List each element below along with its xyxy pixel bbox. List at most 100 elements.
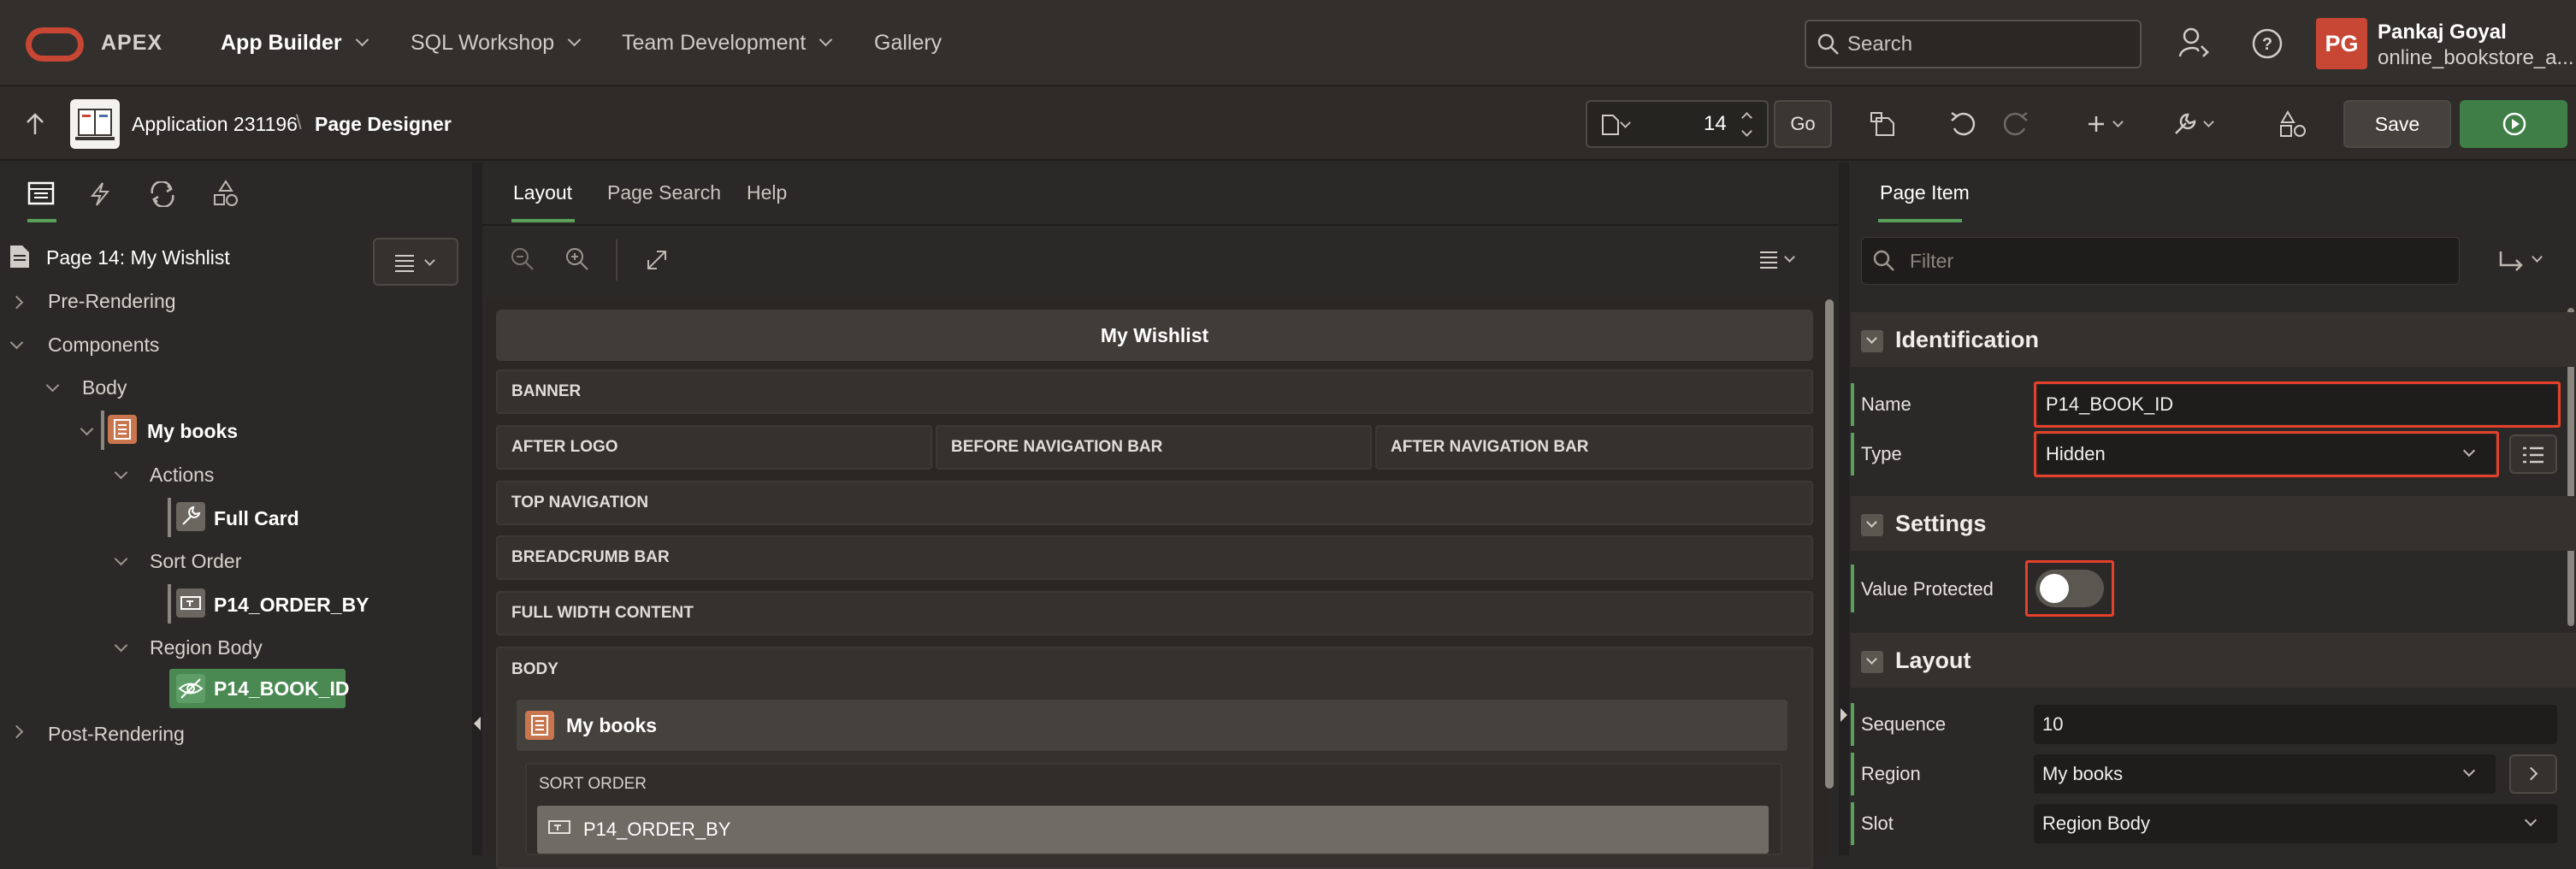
processing-tab-icon[interactable] — [149, 181, 176, 207]
type-list-button[interactable] — [2509, 434, 2557, 474]
expanded-toggle-icon[interactable] — [80, 422, 94, 436]
go-to-group-button[interactable] — [2496, 246, 2552, 275]
tree-node-sort-order[interactable]: Sort Order — [150, 550, 241, 573]
zoom-in-icon[interactable] — [564, 246, 590, 272]
nav-gallery[interactable]: Gallery — [874, 0, 942, 86]
tab-page-item[interactable]: Page Item — [1880, 181, 1970, 204]
go-to-region-button[interactable] — [2509, 754, 2557, 794]
expanded-toggle-icon[interactable] — [114, 552, 128, 566]
region-top-navigation[interactable]: TOP NAVIGATION — [496, 481, 1813, 525]
collapse-section-icon[interactable] — [1861, 651, 1883, 673]
nav-app-builder[interactable]: App Builder — [221, 0, 369, 86]
filter-placeholder: Filter — [1910, 250, 1954, 272]
shared-components-tab-icon[interactable] — [212, 180, 239, 207]
application-icon[interactable] — [70, 99, 120, 149]
apex-brand[interactable]: APEX — [101, 0, 162, 86]
tree-node-pre-rendering[interactable]: Pre-Rendering — [48, 290, 176, 313]
tree-node-body[interactable]: Body — [82, 376, 127, 399]
p14-order-by-item[interactable]: P14_ORDER_BY — [537, 806, 1769, 854]
run-page-button[interactable] — [2460, 100, 2567, 148]
layout-menu-button[interactable] — [1757, 246, 1808, 275]
oracle-logo-icon[interactable] — [26, 27, 84, 62]
section-layout[interactable]: Layout — [1851, 633, 2576, 688]
section-settings[interactable]: Settings — [1851, 496, 2576, 551]
tree-menu-button[interactable] — [373, 238, 458, 286]
filter-input[interactable]: Filter — [1861, 237, 2460, 285]
page-designer-title: Page Designer — [315, 113, 452, 135]
zoom-out-icon[interactable] — [510, 246, 535, 272]
redo-icon[interactable] — [2001, 109, 2030, 139]
search-input[interactable]: Search — [1805, 20, 2142, 68]
tree-node-p14-order-by[interactable]: P14_ORDER_BY — [214, 594, 369, 617]
collapsed-toggle-icon[interactable] — [9, 295, 24, 310]
tree-node-region-body[interactable]: Region Body — [150, 636, 263, 659]
expanded-toggle-icon[interactable] — [45, 378, 60, 393]
expanded-toggle-icon[interactable] — [9, 335, 24, 350]
my-books-region[interactable]: My books — [517, 700, 1787, 751]
help-icon[interactable]: ? — [2251, 27, 2284, 60]
collapse-section-icon[interactable] — [1861, 330, 1883, 352]
shared-components-icon[interactable] — [2278, 109, 2307, 139]
utilities-menu-button[interactable] — [2171, 106, 2225, 142]
left-splitter[interactable] — [472, 163, 482, 855]
region-full-width-content[interactable]: FULL WIDTH CONTENT — [496, 591, 1813, 635]
page-up-icon[interactable] — [1741, 112, 1752, 123]
value-protected-toggle[interactable] — [2035, 570, 2104, 607]
expand-icon[interactable] — [645, 248, 669, 272]
save-button[interactable]: Save — [2343, 100, 2451, 148]
section-identification[interactable]: Identification — [1851, 312, 2576, 367]
nav-team-development[interactable]: Team Development — [622, 0, 833, 86]
tree-node-p14-book-id-selected[interactable]: P14_BOOK_ID — [169, 669, 350, 708]
dynamic-actions-tab-icon[interactable] — [89, 181, 111, 207]
region-body-label: BODY — [511, 660, 558, 678]
tree-node-components[interactable]: Components — [48, 334, 159, 357]
region-before-navigation-bar[interactable]: BEFORE NAVIGATION BAR — [936, 425, 1372, 470]
property-marker — [1851, 433, 1854, 476]
collapse-section-icon[interactable] — [1861, 514, 1883, 536]
page-number-input[interactable]: 14 — [1704, 102, 1727, 146]
nav-team-development-label: Team Development — [622, 31, 806, 55]
collapse-right-icon[interactable] — [1840, 708, 1847, 722]
region-breadcrumb-bar[interactable]: BREADCRUMB BAR — [496, 535, 1813, 580]
administration-icon[interactable] — [2177, 26, 2212, 60]
my-books-region-title: My books — [566, 714, 658, 736]
right-splitter[interactable] — [1839, 163, 1849, 855]
collapsed-toggle-icon[interactable] — [9, 724, 24, 739]
nav-sql-workshop[interactable]: SQL Workshop — [411, 0, 582, 86]
tree-node-post-rendering[interactable]: Post-Rendering — [48, 723, 185, 746]
undo-icon[interactable] — [1948, 109, 1977, 139]
expanded-toggle-icon[interactable] — [114, 638, 128, 653]
expanded-toggle-icon[interactable] — [114, 465, 128, 480]
toggle-knob — [2040, 574, 2069, 603]
collapse-left-icon[interactable] — [474, 717, 481, 730]
tab-help[interactable]: Help — [747, 181, 787, 204]
sequence-field[interactable]: 10 — [2034, 705, 2557, 744]
tree-node-full-card[interactable]: Full Card — [214, 507, 299, 530]
page-icon — [1602, 115, 1619, 135]
lock-page-icon[interactable] — [1870, 109, 1899, 139]
region-icon — [108, 415, 137, 444]
tab-page-search[interactable]: Page Search — [607, 181, 721, 204]
page-selector[interactable]: 14 — [1586, 100, 1769, 148]
user-name[interactable]: Pankaj Goyal — [2378, 21, 2507, 44]
go-button[interactable]: Go — [1774, 100, 1832, 148]
arrow-up-icon[interactable] — [24, 111, 46, 137]
layout-scrollbar[interactable] — [1825, 299, 1834, 789]
create-menu-button[interactable] — [2085, 106, 2136, 142]
avatar[interactable]: PG — [2316, 18, 2367, 69]
page-title-node[interactable]: Page 14: My Wishlist — [46, 246, 230, 269]
tab-layout[interactable]: Layout — [513, 181, 572, 204]
region-banner[interactable]: BANNER — [496, 369, 1813, 414]
application-link[interactable]: Application 231196 — [132, 113, 298, 136]
region-after-logo[interactable]: AFTER LOGO — [496, 425, 932, 470]
slot-select[interactable]: Region Body — [2034, 804, 2557, 843]
rendering-tab-icon[interactable] — [27, 181, 55, 205]
tree-node-my-books[interactable]: My books — [147, 420, 238, 443]
region-after-navigation-bar[interactable]: AFTER NAVIGATION BAR — [1375, 425, 1813, 470]
tabs-divider — [482, 224, 1842, 226]
tree-node-actions[interactable]: Actions — [150, 464, 214, 487]
page-header-bar[interactable]: My Wishlist — [496, 310, 1813, 361]
page-down-icon[interactable] — [1741, 126, 1752, 137]
property-marker — [1851, 802, 1854, 845]
region-select[interactable]: My books — [2034, 754, 2496, 794]
